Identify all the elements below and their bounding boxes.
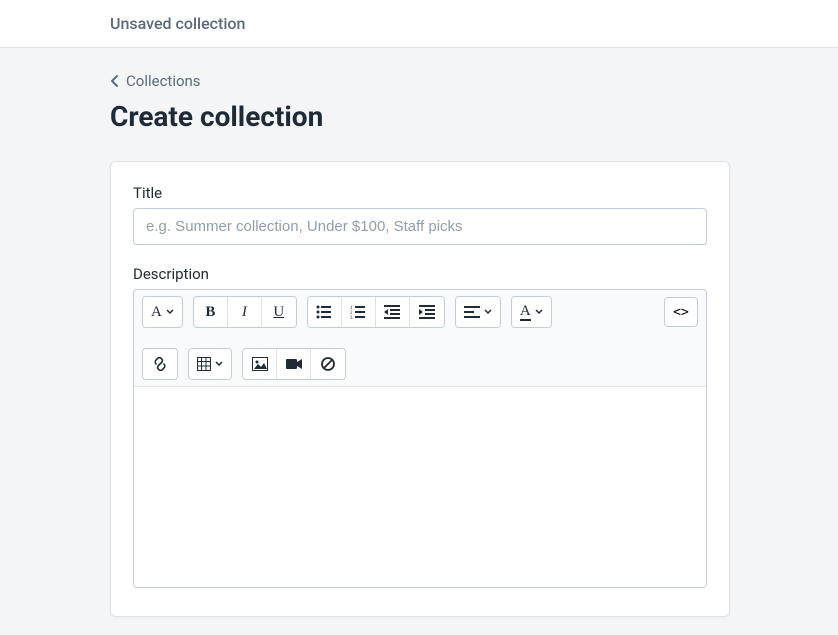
media-group [242,348,346,380]
page-title: Create collection [110,100,730,133]
outdent-icon [384,305,400,319]
bullet-list-button[interactable] [308,297,342,327]
outdent-button[interactable] [376,297,410,327]
list-group: 123 [307,296,445,328]
description-field-group: Description A B I U [133,265,707,588]
collection-form-card: Title Description A B I U [110,161,730,617]
font-label: A [151,304,162,321]
image-icon [252,357,268,371]
code-label: <> [673,305,689,320]
table-icon [197,357,211,371]
table-dropdown[interactable] [189,349,231,379]
svg-text:3: 3 [350,316,353,319]
caret-down-icon [166,309,174,315]
align-left-icon [464,306,480,318]
link-button[interactable] [143,349,177,379]
clear-format-icon [321,357,335,371]
align-group [455,296,501,328]
align-dropdown[interactable] [456,297,500,327]
indent-button[interactable] [410,297,444,327]
caret-down-icon [484,309,492,315]
description-label: Description [133,265,707,283]
table-group [188,348,232,380]
text-color-dropdown[interactable]: A [512,297,551,327]
rich-text-editor: A B I U 123 [133,289,707,588]
code-view-button[interactable]: <> [664,297,698,327]
clear-format-button[interactable] [311,349,345,379]
numbered-list-button[interactable]: 123 [342,297,376,327]
textcolor-group: A [511,296,552,328]
link-group [142,348,178,380]
breadcrumb-back[interactable]: Collections [110,72,201,90]
editor-toolbar: A B I U 123 [134,290,706,387]
indent-icon [419,305,435,319]
title-input[interactable] [133,208,707,245]
title-label: Title [133,184,707,202]
font-style-dropdown[interactable]: A [143,297,182,327]
font-group: A [142,296,183,328]
underline-button[interactable]: U [262,297,296,327]
header-bar: Unsaved collection [0,0,838,48]
title-field-group: Title [133,184,707,245]
bold-button[interactable]: B [194,297,228,327]
page-content: Collections Create collection Title Desc… [0,48,730,617]
link-icon [152,356,168,372]
textcolor-label: A [520,304,531,321]
caret-down-icon [535,309,543,315]
bullet-list-icon [316,305,332,319]
video-icon [286,358,302,370]
unsaved-status: Unsaved collection [110,14,245,33]
breadcrumb-label: Collections [126,72,201,90]
image-button[interactable] [243,349,277,379]
video-button[interactable] [277,349,311,379]
description-editor[interactable] [134,387,706,587]
caret-down-icon [215,361,223,367]
numbered-list-icon: 123 [350,305,366,319]
italic-button[interactable]: I [228,297,262,327]
format-group: B I U [193,296,297,328]
chevron-left-icon [110,74,120,88]
